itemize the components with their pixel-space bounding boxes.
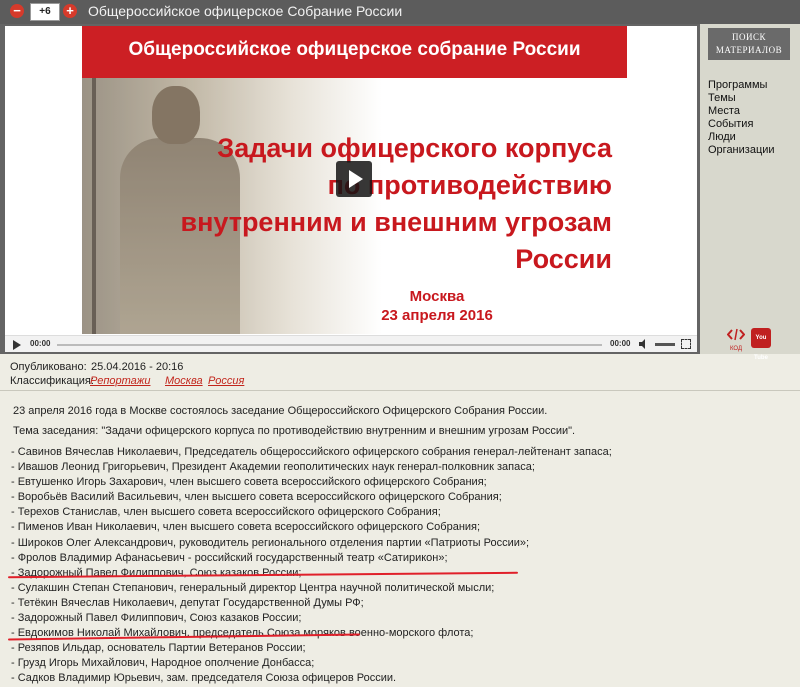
current-time: 00:00 — [30, 339, 51, 348]
title-bar: − +6 + Общероссийское офицерское Собрани… — [0, 0, 800, 24]
duration-time: 00:00 — [610, 339, 631, 348]
slide-date: 23 апреля 2016 — [381, 307, 493, 324]
zoom-out-button[interactable]: − — [10, 4, 24, 18]
list-item: - Терехов Станислав, член высшего совета… — [11, 506, 441, 519]
volume-icon[interactable] — [639, 339, 649, 349]
slide-header-text: Общероссийское офицерское собрание Росси… — [128, 39, 581, 60]
spear-shape — [92, 78, 96, 334]
sidebar-link-events[interactable]: События — [708, 118, 753, 130]
tag-link[interactable]: Россия — [208, 375, 244, 387]
fullscreen-icon[interactable] — [681, 339, 691, 349]
play-control-icon[interactable] — [13, 340, 21, 350]
embed-code-icon[interactable]: КОД — [726, 328, 746, 352]
search-materials-button[interactable]: ПОИСК МАТЕРИАЛОВ — [708, 28, 790, 60]
sidebar-link-programs[interactable]: Программы — [708, 79, 767, 91]
list-item: - Резяпов Ильдар, основатель Партии Вете… — [11, 642, 306, 655]
list-item: - Сулакшин Степан Степанович, генеральны… — [11, 581, 495, 594]
tag-link[interactable]: Репортажи — [90, 375, 150, 387]
slide-title-line: России — [515, 244, 612, 274]
play-overlay-button[interactable] — [336, 161, 372, 197]
list-item: - Воробьёв Василий Васильевич, член высш… — [11, 491, 502, 504]
list-item: - Фролов Владимир Афанасьевич - российск… — [11, 551, 448, 564]
slide-title: Задачи офицерского корпуса по противодей… — [122, 130, 612, 278]
sidebar: ПОИСК МАТЕРИАЛОВ Программы Темы Места Со… — [700, 24, 800, 361]
list-item: - Широков Олег Александрович, руководите… — [11, 536, 530, 549]
youtube-icon[interactable]: You Tube — [751, 328, 771, 361]
list-item: - Грузд Игорь Михайлович, Народное ополч… — [11, 657, 315, 670]
video-controls: 00:00 00:00 — [5, 335, 697, 352]
video-frame: Общероссийское офицерское собрание Росси… — [0, 24, 800, 354]
published-value: 25.04.2016 - 20:16 — [91, 361, 184, 373]
play-icon — [349, 170, 363, 188]
article-intro: 23 апреля 2016 года в Москве состоялось … — [13, 405, 548, 417]
slide-title-line: внутренним и внешним угрозам — [180, 207, 612, 237]
section-divider — [0, 390, 800, 391]
embed-code-label: КОД — [729, 346, 743, 352]
search-button-label-line2: МАТЕРИАЛОВ — [715, 45, 783, 55]
video-player[interactable]: Общероссийское офицерское собрание Росси… — [5, 26, 697, 352]
rating-counter: +6 — [30, 3, 60, 21]
list-item: - Садков Владимир Юрьевич, зам. председа… — [11, 672, 397, 685]
volume-slider[interactable] — [655, 343, 675, 346]
list-item: - Задорожный Павел Филиппович, Союз каза… — [11, 612, 302, 625]
list-item: - Евтушенко Игорь Захарович, член высшег… — [11, 476, 487, 489]
list-item: - Ивашов Леонид Григорьевич, Президент А… — [11, 461, 535, 474]
slide-header-band: Общероссийское офицерское собрание Росси… — [82, 26, 627, 78]
classification-label: Классификация: — [10, 375, 94, 387]
sidebar-link-organizations[interactable]: Организации — [708, 144, 775, 156]
article-topic: Тема заседания: "Задачи офицерского корп… — [13, 425, 576, 437]
search-button-label-line1: ПОИСК — [731, 32, 766, 42]
sidebar-link-themes[interactable]: Темы — [708, 92, 736, 104]
zoom-in-button[interactable]: + — [63, 4, 77, 18]
published-label: Опубликовано: — [10, 361, 87, 373]
seek-bar[interactable] — [57, 344, 602, 346]
page-title: Общероссийское офицерское Собрание Росси… — [88, 3, 403, 19]
list-item: - Тетёкин Вячеслав Николаевич, депутат Г… — [11, 596, 364, 609]
participants-list: - Савинов Вячеслав Николаевич, Председат… — [11, 445, 612, 687]
slide-city: Москва — [409, 288, 465, 305]
list-item: - Савинов Вячеслав Николаевич, Председат… — [11, 446, 612, 458]
sidebar-link-places[interactable]: Места — [708, 105, 740, 117]
sidebar-link-people[interactable]: Люди — [708, 131, 736, 143]
tag-link[interactable]: Москва — [165, 375, 203, 387]
list-item: - Пименов Иван Николаевич, член высшего … — [11, 521, 481, 534]
